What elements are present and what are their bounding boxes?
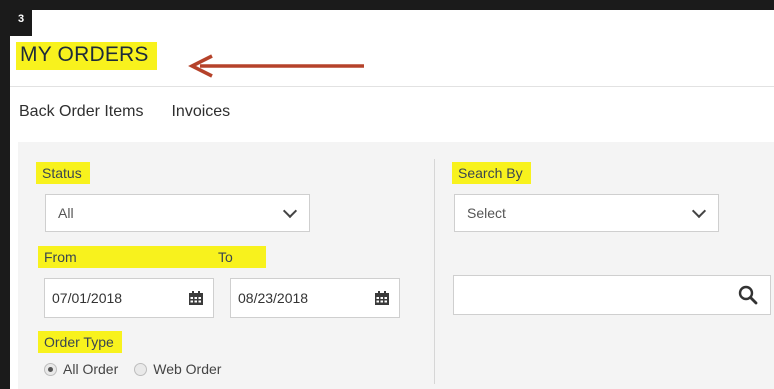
- calendar-icon[interactable]: [374, 290, 390, 306]
- radio-all-order-label: All Order: [63, 361, 119, 377]
- from-date-input[interactable]: 07/01/2018: [44, 278, 214, 318]
- subnav-invoices[interactable]: Invoices: [171, 103, 230, 121]
- title-divider: [10, 86, 774, 87]
- radio-web-order[interactable]: Web Order: [134, 361, 221, 377]
- search-input[interactable]: [453, 275, 771, 315]
- date-range-label: From To: [38, 246, 266, 268]
- chevron-down-icon: [691, 203, 707, 219]
- status-select-value: All: [58, 205, 74, 221]
- radio-web-order-label: Web Order: [153, 361, 222, 377]
- radio-all-order[interactable]: All Order: [44, 361, 118, 377]
- orders-subnav: Back Order Items Invoices: [19, 103, 230, 121]
- search-by-select[interactable]: Select: [454, 194, 719, 232]
- from-label: From: [44, 249, 77, 265]
- to-label: To: [218, 249, 233, 265]
- radio-all-order-button[interactable]: [44, 362, 57, 376]
- page-title: MY ORDERS: [16, 42, 157, 70]
- step-number-badge: 3: [10, 10, 32, 36]
- arrow-left-icon: [188, 54, 364, 78]
- subnav-back-order-items[interactable]: Back Order Items: [19, 103, 143, 121]
- panel-divider: [434, 159, 435, 384]
- chevron-down-icon: [282, 203, 298, 219]
- filter-panel: Status All From To 07/01/2018 08/23/2018…: [18, 142, 774, 389]
- from-date-value: 07/01/2018: [52, 290, 123, 306]
- order-type-radio-group: All Order Web Order: [44, 361, 237, 377]
- status-label: Status: [36, 162, 90, 184]
- radio-web-order-button[interactable]: [134, 362, 148, 376]
- status-select[interactable]: All: [45, 194, 310, 232]
- search-by-select-value: Select: [467, 205, 506, 221]
- to-date-value: 08/23/2018: [238, 290, 309, 306]
- calendar-icon[interactable]: [188, 290, 204, 306]
- search-icon[interactable]: [738, 285, 758, 305]
- order-type-label: Order Type: [38, 331, 122, 353]
- orders-page: 3 MY ORDERS Back Order Items Invoices St…: [10, 10, 774, 389]
- to-date-input[interactable]: 08/23/2018: [230, 278, 400, 318]
- search-by-label: Search By: [452, 162, 531, 184]
